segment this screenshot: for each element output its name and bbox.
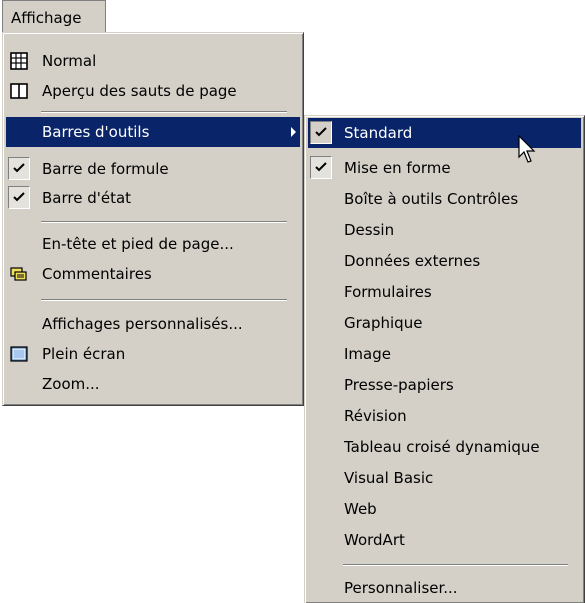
menu-item-label: Normal xyxy=(42,52,97,70)
submenu-item-label: Personnaliser... xyxy=(344,579,458,597)
submenu-item-web[interactable]: Web xyxy=(308,494,581,524)
checked-indicator xyxy=(310,156,332,179)
submenu-item-label: Presse-papiers xyxy=(344,376,454,394)
full-screen-icon xyxy=(10,346,28,362)
checkmark-icon xyxy=(315,127,327,137)
submenu-item-label: Standard xyxy=(344,124,413,142)
submenu-item-label: WordArt xyxy=(344,531,405,549)
submenu-item-standard[interactable]: Standard xyxy=(308,118,581,148)
comments-icon xyxy=(10,267,27,281)
page-break-preview-icon xyxy=(10,83,28,99)
checked-indicator xyxy=(8,157,30,180)
menu-item-label: En-tête et pied de page... xyxy=(42,235,234,253)
menu-item-normal[interactable]: Normal xyxy=(6,46,300,76)
menu-item-custom-views[interactable]: Affichages personnalisés... xyxy=(6,309,300,339)
menu-item-comments[interactable]: Commentaires xyxy=(6,259,300,289)
submenu-item-formatting[interactable]: Mise en forme xyxy=(308,153,581,183)
submenu-item-reviewing[interactable]: Révision xyxy=(308,401,581,431)
menu-separator xyxy=(41,299,287,301)
submenu-item-drawing[interactable]: Dessin xyxy=(308,215,581,245)
menu-item-label: Barres d'outils xyxy=(42,123,150,141)
checkmark-icon xyxy=(13,192,25,202)
menu-separator xyxy=(41,221,287,223)
submenu-item-chart[interactable]: Graphique xyxy=(308,308,581,338)
menu-item-label: Aperçu des sauts de page xyxy=(42,82,237,100)
menu-item-page-break-preview[interactable]: Aperçu des sauts de page xyxy=(6,76,300,106)
menu-item-header-footer[interactable]: En-tête et pied de page... xyxy=(6,229,300,259)
menu-separator xyxy=(41,111,287,113)
menu-item-zoom[interactable]: Zoom... xyxy=(6,369,300,399)
submenu-item-label: Boîte à outils Contrôles xyxy=(344,190,519,208)
menu-item-toolbars[interactable]: Barres d'outils xyxy=(6,117,300,147)
submenu-item-label: Image xyxy=(344,345,391,363)
submenu-item-clipboard[interactable]: Presse-papiers xyxy=(308,370,581,400)
submenu-item-controls-toolbox[interactable]: Boîte à outils Contrôles xyxy=(308,184,581,214)
menu-item-label: Barre de formule xyxy=(42,160,169,178)
menu-affichage[interactable]: Affichage xyxy=(2,0,106,33)
submenu-item-label: Dessin xyxy=(344,221,395,239)
submenu-item-label: Visual Basic xyxy=(344,469,434,487)
submenu-item-forms[interactable]: Formulaires xyxy=(308,277,581,307)
checkmark-icon xyxy=(13,163,25,173)
submenu-item-wordart[interactable]: WordArt xyxy=(308,525,581,555)
toolbars-submenu: Standard Mise en forme Boîte à outils Co… xyxy=(304,115,585,603)
submenu-item-label: Révision xyxy=(344,407,407,425)
menu-item-label: Commentaires xyxy=(42,265,152,283)
normal-view-icon xyxy=(10,52,28,70)
menu-item-full-screen[interactable]: Plein écran xyxy=(6,339,300,369)
checked-indicator xyxy=(8,186,30,209)
submenu-item-external-data[interactable]: Données externes xyxy=(308,246,581,276)
menu-item-label: Plein écran xyxy=(42,345,126,363)
menu-item-label: Affichages personnalisés... xyxy=(42,315,243,333)
submenu-item-label: Web xyxy=(344,500,377,518)
submenu-arrow-icon xyxy=(291,127,296,137)
menu-item-formula-bar[interactable]: Barre de formule xyxy=(6,154,300,184)
submenu-item-label: Formulaires xyxy=(344,283,432,301)
menu-item-label: Zoom... xyxy=(42,375,100,393)
menu-separator xyxy=(343,564,568,566)
submenu-item-picture[interactable]: Image xyxy=(308,339,581,369)
submenu-item-customize[interactable]: Personnaliser... xyxy=(308,573,581,603)
checked-indicator xyxy=(310,121,332,144)
submenu-item-label: Graphique xyxy=(344,314,423,332)
submenu-item-label: Données externes xyxy=(344,252,481,270)
menu-affichage-label: Affichage xyxy=(11,9,82,27)
submenu-item-visual-basic[interactable]: Visual Basic xyxy=(308,463,581,493)
checkmark-icon xyxy=(315,162,327,172)
menu-item-status-bar[interactable]: Barre d'état xyxy=(6,183,300,213)
mouse-cursor-icon xyxy=(518,135,536,163)
submenu-item-label: Tableau croisé dynamique xyxy=(344,438,540,456)
submenu-item-pivottable[interactable]: Tableau croisé dynamique xyxy=(308,432,581,462)
menu-item-label: Barre d'état xyxy=(42,189,132,207)
view-menu: Normal Aperçu des sauts de page Barres d… xyxy=(2,32,304,406)
submenu-item-label: Mise en forme xyxy=(344,159,451,177)
